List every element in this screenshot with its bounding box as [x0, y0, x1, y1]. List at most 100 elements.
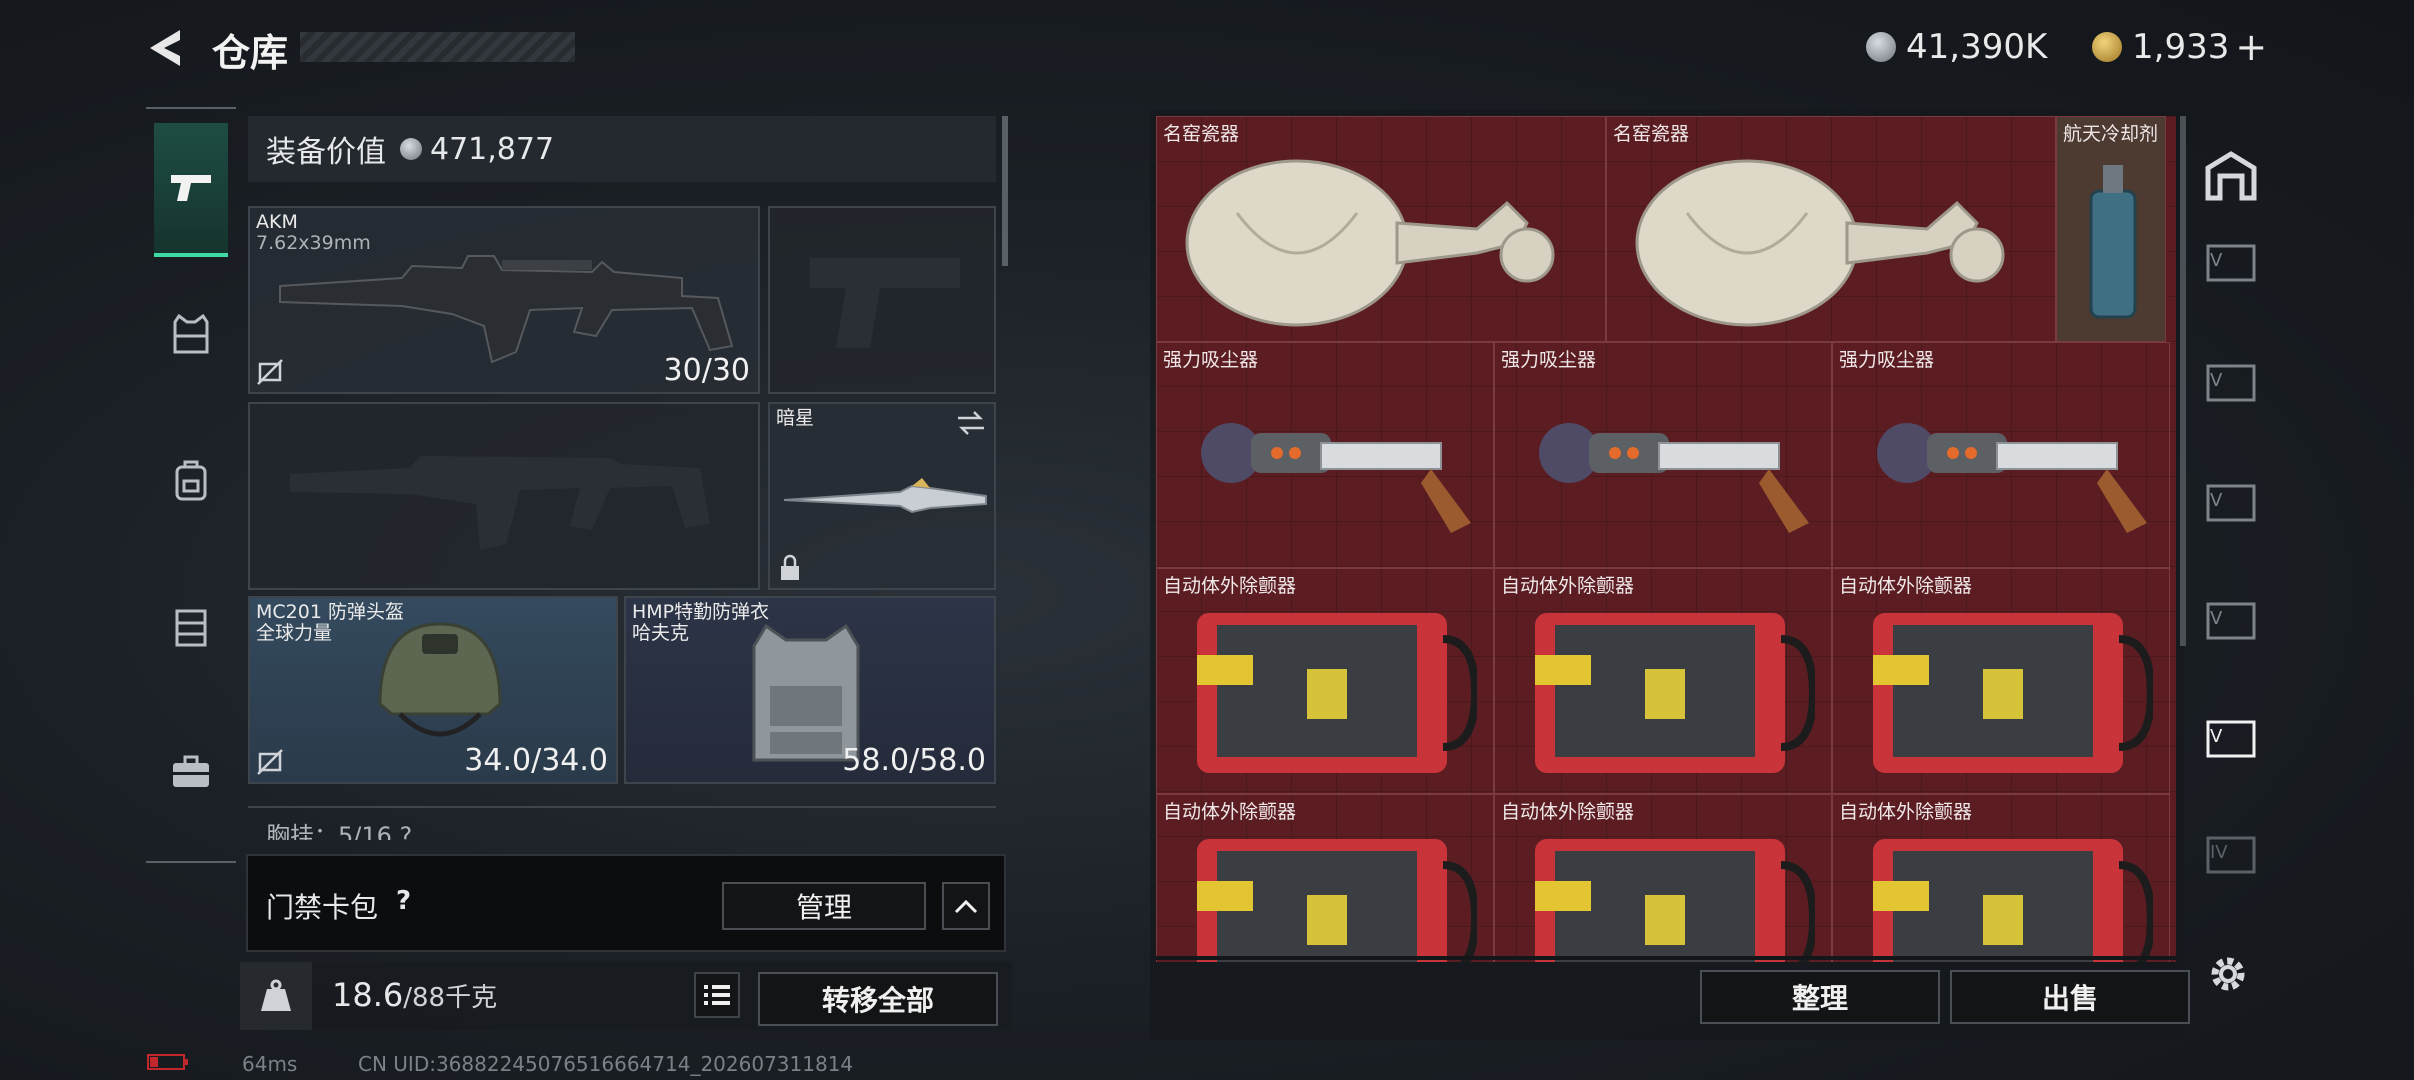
- tab-chest-rig[interactable]: [154, 561, 228, 691]
- item-label: 航天冷却剂: [2063, 123, 2159, 145]
- equipment-scrollbar[interactable]: [1002, 116, 1008, 266]
- add-currency-button[interactable]: +: [2235, 25, 2267, 69]
- defibrillator-image: [1535, 613, 1815, 773]
- silver-coin-icon: [400, 138, 422, 160]
- list-icon: [704, 985, 730, 1005]
- ammo-count: 30/30: [663, 353, 750, 388]
- item-label: 强力吸尘器: [1501, 349, 1597, 371]
- stash-item[interactable]: 自动体外除颤器: [1832, 568, 2170, 794]
- sell-button[interactable]: 出售: [1950, 970, 2190, 1024]
- stash-grid[interactable]: 名窑瓷器 名窑瓷器 航天冷却剂 强力吸尘器 强力吸尘器 强力吸尘器 自动体外除颤…: [1156, 116, 2176, 962]
- stash-scrollbar[interactable]: [2180, 116, 2186, 646]
- tab-storage-1[interactable]: V: [2204, 236, 2258, 288]
- keycard-help-icon[interactable]: ?: [396, 886, 411, 916]
- chest-rig-icon: [175, 609, 207, 647]
- tab-weapons[interactable]: [154, 123, 228, 257]
- stash-item[interactable]: 名窑瓷器: [1606, 116, 2056, 342]
- equipment-value-label: 装备价值: [266, 135, 386, 170]
- tab-armor[interactable]: [154, 269, 228, 399]
- stash-item[interactable]: 自动体外除颤器: [1156, 794, 1494, 962]
- coolant-canister-image: [2089, 165, 2137, 319]
- manage-button[interactable]: 管理: [722, 882, 926, 930]
- tab-backpack[interactable]: [154, 415, 228, 545]
- melee-slot[interactable]: 暗星: [768, 402, 996, 590]
- stash-item[interactable]: 强力吸尘器: [1156, 342, 1494, 568]
- pistol-icon: [171, 175, 211, 201]
- chest-rig-row[interactable]: 胸挂：5/16 ?: [248, 806, 996, 840]
- item-label: 名窑瓷器: [1613, 123, 1690, 145]
- list-view-button[interactable]: [694, 972, 740, 1018]
- storage-box-icon: IV: [2206, 836, 2256, 874]
- porcelain-vase-image: [1185, 159, 1555, 327]
- gold-currency[interactable]: 1,933 +: [2092, 22, 2267, 72]
- item-label: 自动体外除颤器: [1501, 801, 1635, 823]
- equipment-value: 471,877: [430, 131, 555, 167]
- vacuum-cleaner-image: [1877, 423, 2147, 533]
- tab-storage-5-active[interactable]: V: [2204, 712, 2258, 764]
- pistol-slot[interactable]: [768, 206, 996, 394]
- back-arrow-icon: [150, 30, 180, 66]
- stash-item[interactable]: 强力吸尘器: [1832, 342, 2170, 568]
- page-title: 仓库: [212, 31, 289, 75]
- stash-item[interactable]: 自动体外除颤器: [1156, 568, 1494, 794]
- warehouse-icon: [2205, 151, 2257, 201]
- helmet-image: [378, 622, 502, 737]
- gear-icon: [2211, 957, 2245, 991]
- stash-item[interactable]: 自动体外除颤器: [1832, 794, 2170, 962]
- armor-slot[interactable]: HMP特勤防弹衣 哈夫克 58.0/58.0: [624, 596, 996, 784]
- primary-weapon-slot[interactable]: AKM 7.62x39mm 30/30: [248, 206, 760, 394]
- tab-storage-6[interactable]: IV: [2204, 828, 2258, 880]
- tab-safebox[interactable]: [154, 707, 228, 837]
- porcelain-vase-image: [1635, 159, 2005, 327]
- ping-readout: 64ms: [242, 1052, 298, 1076]
- secondary-weapon-slot[interactable]: [248, 402, 760, 590]
- armor-durability: 58.0/58.0: [842, 743, 986, 778]
- tab-all-storage[interactable]: [2204, 150, 2258, 202]
- no-insure-icon: [257, 359, 283, 385]
- lock-icon: [781, 554, 799, 580]
- transfer-all-button[interactable]: 转移全部: [758, 972, 998, 1026]
- storage-tabs: V V V V V IV: [2194, 116, 2268, 876]
- silver-coin-icon: [1866, 32, 1896, 62]
- stash-item[interactable]: 自动体外除颤器: [1494, 568, 1832, 794]
- backpack-icon: [175, 460, 207, 501]
- header-stripe: [300, 32, 575, 62]
- storage-box-icon: V: [2206, 602, 2256, 640]
- stash-item[interactable]: 航天冷却剂: [2056, 116, 2166, 342]
- tab-storage-3[interactable]: V: [2204, 476, 2258, 528]
- defibrillator-image: [1535, 839, 1815, 962]
- item-label: 自动体外除颤器: [1163, 575, 1297, 597]
- svg-text:V: V: [2210, 490, 2223, 511]
- item-label: 自动体外除颤器: [1839, 801, 1973, 823]
- defibrillator-image: [1197, 839, 1477, 962]
- helmet-slot[interactable]: MC201 防弹头盔 全球力量 34.0/34.0: [248, 596, 618, 784]
- stash-item[interactable]: 强力吸尘器: [1494, 342, 1832, 568]
- chevron-up-icon: [954, 899, 978, 914]
- svg-text:IV: IV: [2210, 842, 2228, 863]
- storage-box-icon: V: [2206, 484, 2256, 522]
- storage-box-icon: V: [2206, 720, 2256, 758]
- back-button[interactable]: [142, 24, 190, 72]
- stash-item[interactable]: 名窑瓷器: [1156, 116, 1606, 342]
- weight-kg-icon: [261, 979, 291, 1011]
- weight-readout: 18.6/88千克: [332, 976, 497, 1014]
- svg-text:V: V: [2210, 726, 2223, 747]
- storage-box-icon: V: [2206, 244, 2256, 282]
- defibrillator-image: [1197, 613, 1477, 773]
- defibrillator-image: [1873, 613, 2153, 773]
- item-label: 自动体外除颤器: [1839, 575, 1973, 597]
- vest-icon: [173, 314, 209, 354]
- swap-icon[interactable]: [956, 410, 986, 436]
- item-label: 强力吸尘器: [1839, 349, 1935, 371]
- settings-button[interactable]: [2206, 952, 2250, 1000]
- weight-icon-box: [240, 962, 312, 1030]
- sort-button[interactable]: 整理: [1700, 970, 1940, 1024]
- keycard-pack-bar: 门禁卡包 ? 管理: [246, 854, 1006, 952]
- knife-image: [783, 478, 987, 514]
- svg-text:V: V: [2210, 250, 2223, 271]
- item-label: 强力吸尘器: [1163, 349, 1259, 371]
- tab-storage-4[interactable]: V: [2204, 594, 2258, 646]
- tab-storage-2[interactable]: V: [2204, 356, 2258, 408]
- collapse-button[interactable]: [942, 882, 990, 930]
- stash-item[interactable]: 自动体外除颤器: [1494, 794, 1832, 962]
